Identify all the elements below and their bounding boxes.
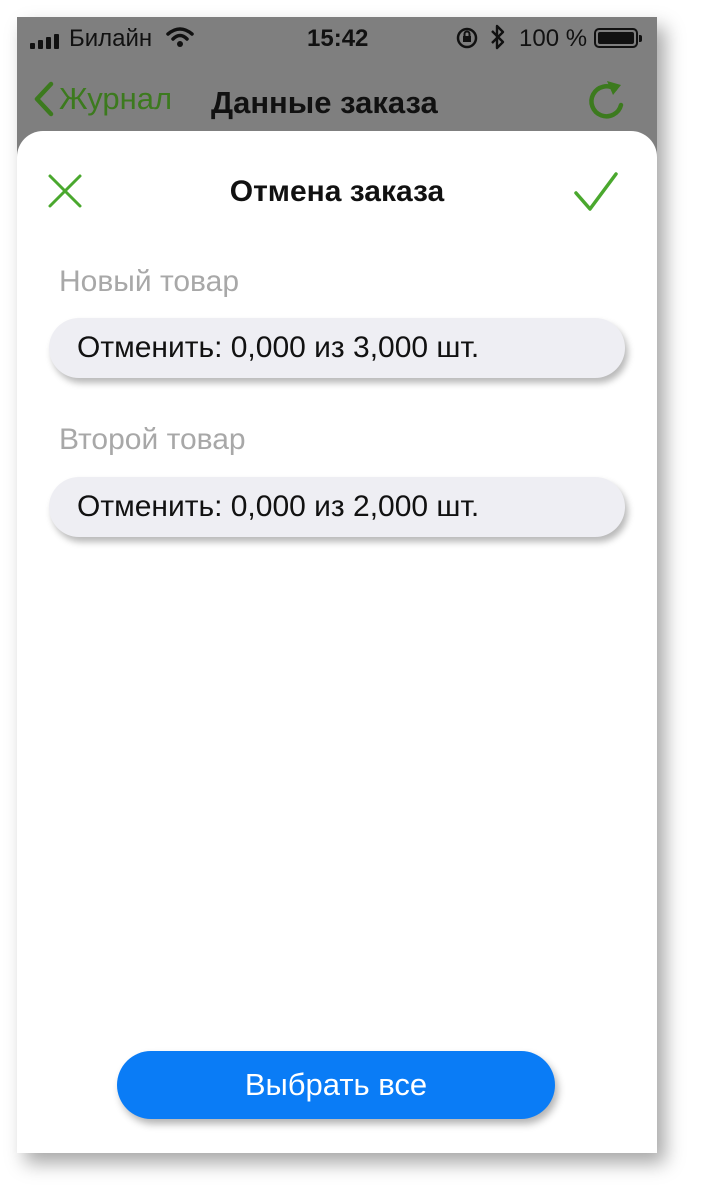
sheet-title: Отмена заказа (229, 175, 445, 208)
back-button[interactable]: Журнал (33, 81, 172, 117)
chevron-left-icon (34, 81, 54, 117)
battery-percent: 100 % (519, 25, 588, 52)
phone-screen: Билайн 15:42 100 % Журнал Данные заказа … (17, 17, 657, 1153)
battery-icon (594, 28, 642, 48)
status-bar: Билайн 15:42 100 % (17, 17, 657, 59)
checkmark-icon (574, 172, 618, 211)
status-time: 15:42 (307, 25, 369, 52)
refresh-icon (589, 81, 624, 119)
cancel-quantity-field-second-product[interactable]: Отменить: 0,000 из 2,000 шт. (49, 477, 625, 537)
signal-icon (30, 34, 59, 49)
cancel-order-sheet: Отмена заказа Новый товар Отменить: 0,00… (17, 131, 657, 1153)
cancel-quantity-field-new-product[interactable]: Отменить: 0,000 из 3,000 шт. (49, 318, 625, 378)
confirm-button[interactable] (573, 171, 619, 218)
wifi-icon (165, 25, 195, 56)
bluetooth-icon (489, 23, 507, 58)
carrier-name: Билайн (69, 25, 153, 52)
refresh-button[interactable] (585, 77, 629, 128)
select-all-button[interactable]: Выбрать все (117, 1051, 555, 1119)
item-label-second-product: Второй товар (59, 423, 246, 456)
orientation-lock-icon (455, 26, 479, 57)
nav-bar: Журнал Данные заказа (17, 59, 657, 139)
page-title: Данные заказа (211, 85, 438, 120)
back-button-label: Журнал (59, 81, 173, 116)
item-label-new-product: Новый товар (59, 265, 239, 298)
